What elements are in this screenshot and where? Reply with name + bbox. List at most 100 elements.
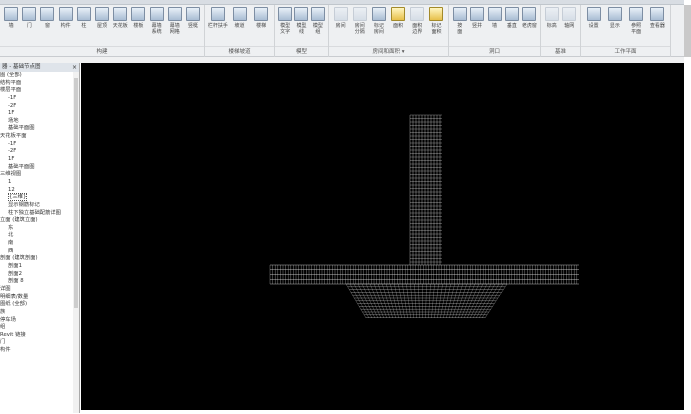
tree-item-label: 图 (全部) bbox=[0, 72, 22, 78]
browser-tree-item[interactable]: 构件 bbox=[0, 347, 79, 355]
tree-item-label: 1 bbox=[8, 179, 11, 185]
tool-label: 标记 面积 bbox=[431, 23, 441, 35]
tool-icon bbox=[629, 7, 643, 21]
tool-label: 墙 bbox=[492, 23, 497, 29]
browser-tree-item[interactable]: 1 bbox=[0, 179, 79, 187]
tree-item-label: 基础平面图 bbox=[8, 125, 35, 131]
tool-icon bbox=[587, 7, 601, 21]
browser-tree-item[interactable]: {三维} bbox=[0, 194, 79, 202]
tool-label: 设置 bbox=[589, 23, 599, 29]
tool-label: 垂直 bbox=[507, 23, 517, 29]
tree-item-label: 构件 bbox=[0, 347, 11, 353]
browser-tree-item[interactable]: 天花板平面 bbox=[0, 133, 79, 141]
ribbon-edge bbox=[684, 5, 691, 57]
browser-tree-item[interactable]: 剖面 8 bbox=[0, 278, 79, 286]
tree-item-label: 立面 (建筑立面) bbox=[0, 217, 38, 223]
tool-icon bbox=[22, 7, 36, 21]
browser-tree-item[interactable]: 北 bbox=[0, 232, 79, 240]
browser-tree-item[interactable]: 详图 bbox=[0, 286, 79, 294]
tree-item-label: 天花板平面 bbox=[0, 133, 27, 139]
tool-label: 竖梃 bbox=[188, 23, 198, 29]
3d-view-canvas[interactable] bbox=[81, 63, 684, 410]
tool-icon bbox=[372, 7, 386, 21]
project-browser: 器 - 基础节点图 × 图 (全部)结构平面楼层平面-1F-2F1F场地基础平面… bbox=[0, 63, 80, 413]
tool-icon bbox=[650, 7, 664, 21]
tree-item-label: {三维} bbox=[8, 193, 27, 201]
ribbon-group-label: 房间和面积 ▾ bbox=[329, 46, 448, 56]
tool-label: 按 面 bbox=[457, 23, 462, 35]
tool-label: 房间 bbox=[336, 23, 346, 29]
tree-item-label: -2F bbox=[8, 148, 16, 154]
browser-tree-item[interactable]: 楼层平面 bbox=[0, 87, 79, 95]
tool-icon bbox=[311, 7, 325, 21]
tree-item-label: 停车场 bbox=[0, 317, 16, 323]
browser-tree-item[interactable]: -2F bbox=[0, 103, 79, 111]
ribbon-group: 标高轴网基准 bbox=[541, 5, 581, 57]
tree-item-label: 西 bbox=[8, 248, 13, 254]
scrollbar-thumb[interactable] bbox=[74, 78, 78, 308]
tool-label: 竖井 bbox=[472, 23, 482, 29]
tree-item-label: -1F bbox=[8, 95, 16, 101]
tool-label: 面积 bbox=[393, 23, 403, 29]
tool-icon bbox=[488, 7, 502, 21]
tree-item-label: 东 bbox=[8, 225, 13, 231]
browser-tree-item[interactable]: 族 bbox=[0, 309, 79, 317]
browser-tree-item[interactable]: 基础平面图 bbox=[0, 125, 79, 133]
browser-tree-item[interactable]: 1F bbox=[0, 156, 79, 164]
browser-tree-item[interactable]: 门 bbox=[0, 339, 79, 347]
tree-item-label: 北 bbox=[8, 232, 13, 238]
tool-label: 天花板 bbox=[113, 23, 128, 29]
tool-label: 面积 边界 bbox=[412, 23, 422, 35]
browser-tree-item[interactable]: -1F bbox=[0, 95, 79, 103]
tree-item-label: 南 bbox=[8, 240, 13, 246]
tool-label: 幕墙 系统 bbox=[152, 23, 162, 35]
browser-tree-item[interactable]: 图 (全部) bbox=[0, 72, 79, 80]
tool-label: 模型 文字 bbox=[280, 23, 290, 35]
browser-tree-item[interactable]: 剖面 (建筑剖面) bbox=[0, 255, 79, 263]
tool-icon bbox=[131, 7, 145, 21]
tool-label: 栏杆扶手 bbox=[208, 23, 228, 29]
tool-label: 窗 bbox=[45, 23, 50, 29]
tree-item-label: 族 bbox=[0, 309, 5, 315]
browser-tree-item[interactable]: 南 bbox=[0, 240, 79, 248]
tool-icon bbox=[429, 7, 443, 21]
browser-tree-item[interactable]: 组 bbox=[0, 324, 79, 332]
tree-item-label: 结构平面 bbox=[0, 80, 21, 86]
browser-tree-item[interactable]: -1F bbox=[0, 141, 79, 149]
close-icon[interactable]: × bbox=[72, 63, 77, 72]
tool-label: 屋顶 bbox=[97, 23, 107, 29]
browser-tree: 图 (全部)结构平面楼层平面-1F-2F1F场地基础平面图天花板平面-1F-2F… bbox=[0, 72, 79, 355]
browser-tree-item[interactable]: 图纸 (全部) bbox=[0, 301, 79, 309]
browser-scrollbar[interactable] bbox=[73, 72, 79, 413]
browser-tree-item[interactable]: 三维视图 bbox=[0, 171, 79, 179]
browser-tree-item[interactable]: -2F bbox=[0, 148, 79, 156]
window-edge bbox=[684, 57, 691, 413]
tool-label: 楼板 bbox=[133, 23, 143, 29]
tool-icon bbox=[59, 7, 73, 21]
tree-item-label: 图纸 (全部) bbox=[0, 301, 27, 307]
browser-tree-item[interactable]: 1F bbox=[0, 110, 79, 118]
tree-item-label: 明细表/数量 bbox=[0, 294, 28, 300]
tree-item-label: 剖面1 bbox=[8, 263, 22, 269]
browser-tree-item[interactable]: 显示钢筋标记 bbox=[0, 202, 79, 210]
browser-tree-item[interactable]: 停车场 bbox=[0, 317, 79, 325]
tree-item-label: 三维视图 bbox=[0, 171, 21, 177]
ribbon-group-label: 构建 bbox=[0, 46, 204, 56]
tree-item-label: 剖面2 bbox=[8, 271, 22, 277]
tree-item-label: 1F bbox=[8, 110, 14, 116]
tool-label: 坡道 bbox=[235, 23, 245, 29]
tool-label: 楼梯 bbox=[256, 23, 266, 29]
browser-tree-item[interactable]: 剖面1 bbox=[0, 263, 79, 271]
tool-icon bbox=[470, 7, 484, 21]
browser-tree-item[interactable]: Revit 链接 bbox=[0, 332, 79, 340]
tool-icon bbox=[211, 7, 225, 21]
tool-icon bbox=[168, 7, 182, 21]
tree-item-label: -2F bbox=[8, 103, 16, 109]
tool-icon bbox=[150, 7, 164, 21]
browser-tree-item[interactable]: 立面 (建筑立面) bbox=[0, 217, 79, 225]
tree-item-label: 详图 bbox=[0, 286, 11, 292]
tree-item-label: 显示钢筋标记 bbox=[8, 202, 40, 208]
tool-icon bbox=[562, 7, 576, 21]
tree-item-label: 1F bbox=[8, 156, 14, 162]
tool-label: 查看器 bbox=[650, 23, 665, 29]
